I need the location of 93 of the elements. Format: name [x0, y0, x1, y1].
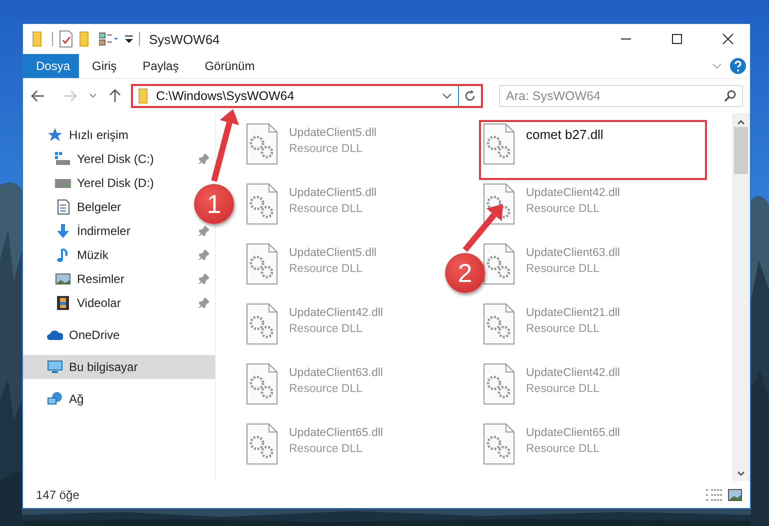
sidebar-label: Resimler — [77, 272, 126, 286]
ribbon-tab[interactable]: Görünüm — [192, 54, 268, 78]
file-type: Resource DLL — [289, 203, 363, 215]
pin-icon[interactable] — [199, 274, 209, 284]
drive-icon — [55, 151, 71, 167]
file-type: Resource DLL — [289, 323, 363, 335]
file-type: Resource DLL — [289, 383, 363, 395]
scrollbar-thumb[interactable] — [734, 127, 748, 174]
sidebar-label: Videolar — [77, 296, 122, 310]
pointer-arrow — [462, 204, 503, 252]
monitor-icon — [47, 359, 63, 375]
maximize-icon[interactable] — [670, 33, 682, 45]
pin-icon[interactable] — [199, 250, 209, 260]
search-field[interactable]: Ara: SysWOW64 — [499, 85, 743, 107]
window-title: SysWOW64 — [149, 32, 221, 46]
address-bar[interactable]: C:\Windows\SysWOW64 — [131, 84, 483, 108]
file-name[interactable]: UpdateClient65.dll — [289, 427, 383, 439]
file-name[interactable]: UpdateClient5.dll — [289, 127, 377, 139]
picture-icon — [55, 271, 71, 287]
file-name[interactable]: UpdateClient42.dll — [526, 367, 620, 379]
chevron-down-icon[interactable] — [442, 93, 452, 99]
film-strip-icon — [55, 295, 71, 311]
file-name[interactable]: UpdateClient42.dll — [289, 307, 383, 319]
sidebar-label: İndirmeler — [77, 224, 132, 238]
file-type: Resource DLL — [289, 263, 363, 275]
file-name[interactable]: UpdateClient21.dll — [526, 307, 620, 319]
sidebar-label: Hızlı erişim — [69, 128, 130, 142]
scroll-down-icon[interactable] — [737, 471, 745, 477]
file-gears-icon — [483, 303, 515, 345]
file-gears-icon — [246, 123, 278, 165]
sidebar-label: Yerel Disk (D:) — [77, 176, 155, 190]
star-icon — [47, 127, 63, 143]
checklist-icon[interactable] — [59, 30, 73, 48]
search-icon[interactable] — [724, 90, 736, 102]
ribbon-tab[interactable]: Paylaş — [130, 54, 192, 78]
file-type: Resource DLL — [526, 443, 600, 455]
file-gears-icon — [483, 243, 515, 285]
close-icon[interactable] — [722, 33, 734, 45]
file-gears-icon — [246, 183, 278, 225]
address-path: C:\Windows\SysWOW64 — [156, 89, 296, 103]
file-type: Resource DLL — [526, 203, 600, 215]
file-gears-icon — [246, 303, 278, 345]
sidebar-item[interactable]: OneDrive — [23, 323, 215, 347]
file-gears-icon — [246, 423, 278, 465]
refresh-icon[interactable] — [464, 90, 476, 102]
sidebar-label: Yerel Disk (C:) — [77, 152, 155, 166]
network-icon — [47, 391, 63, 407]
scrollbar[interactable] — [732, 113, 750, 481]
file-type: Resource DLL — [526, 323, 600, 335]
file-type: Resource DLL — [289, 143, 363, 155]
file-gears-icon — [246, 363, 278, 405]
sidebar-item[interactable]: Hızlı erişim — [23, 123, 215, 147]
file-type: Resource DLL — [289, 443, 363, 455]
view-options-icon[interactable] — [99, 32, 119, 46]
file-name[interactable]: UpdateClient5.dll — [289, 187, 377, 199]
sidebar-label: Belgeler — [77, 200, 122, 214]
document-icon — [55, 199, 71, 215]
file-gears-icon — [483, 423, 515, 465]
file-gears-icon — [483, 123, 515, 165]
file-name[interactable]: UpdateClient42.dll — [526, 187, 620, 199]
pin-icon[interactable] — [199, 154, 209, 164]
back-arrow-icon[interactable] — [31, 90, 45, 102]
customize-arrow-icon[interactable] — [125, 34, 133, 44]
step-number: 1 — [194, 184, 234, 224]
folder-icon — [138, 88, 150, 104]
file-name[interactable]: UpdateClient65.dll — [526, 427, 620, 439]
step-number: 2 — [445, 253, 485, 293]
ribbon-tab[interactable]: Giriş — [79, 54, 130, 78]
up-arrow-icon[interactable] — [109, 89, 121, 103]
scroll-up-icon[interactable] — [737, 119, 745, 125]
sidebar-label: OneDrive — [69, 328, 121, 342]
ribbon-tab[interactable]: Dosya — [23, 54, 79, 78]
pin-icon[interactable] — [199, 226, 209, 236]
file-gears-icon — [246, 243, 278, 285]
item-count: 147 öğe — [36, 488, 80, 502]
sidebar-label: Ağ — [69, 392, 85, 406]
sidebar-label: Bu bilgisayar — [69, 360, 139, 374]
sidebar-label: Müzik — [77, 248, 110, 262]
file-type: Resource DLL — [526, 263, 600, 275]
large-icons-view-icon[interactable] — [728, 488, 742, 500]
file-gears-icon — [483, 363, 515, 405]
file-name[interactable]: UpdateClient63.dll — [289, 367, 383, 379]
sidebar-item[interactable]: Ağ — [23, 387, 215, 411]
pin-icon[interactable] — [199, 298, 209, 308]
file-name[interactable]: UpdateClient5.dll — [289, 247, 377, 259]
details-view-icon[interactable] — [706, 488, 722, 500]
down-arrow-icon — [55, 223, 71, 239]
sidebar-item[interactable]: Bu bilgisayar — [23, 355, 215, 379]
file-type: Resource DLL — [526, 383, 600, 395]
help-icon[interactable] — [730, 58, 746, 74]
file-name[interactable]: UpdateClient63.dll — [526, 247, 620, 259]
chevron-down-icon[interactable] — [89, 93, 97, 99]
file-name[interactable]: comet b27.dll — [526, 127, 604, 142]
